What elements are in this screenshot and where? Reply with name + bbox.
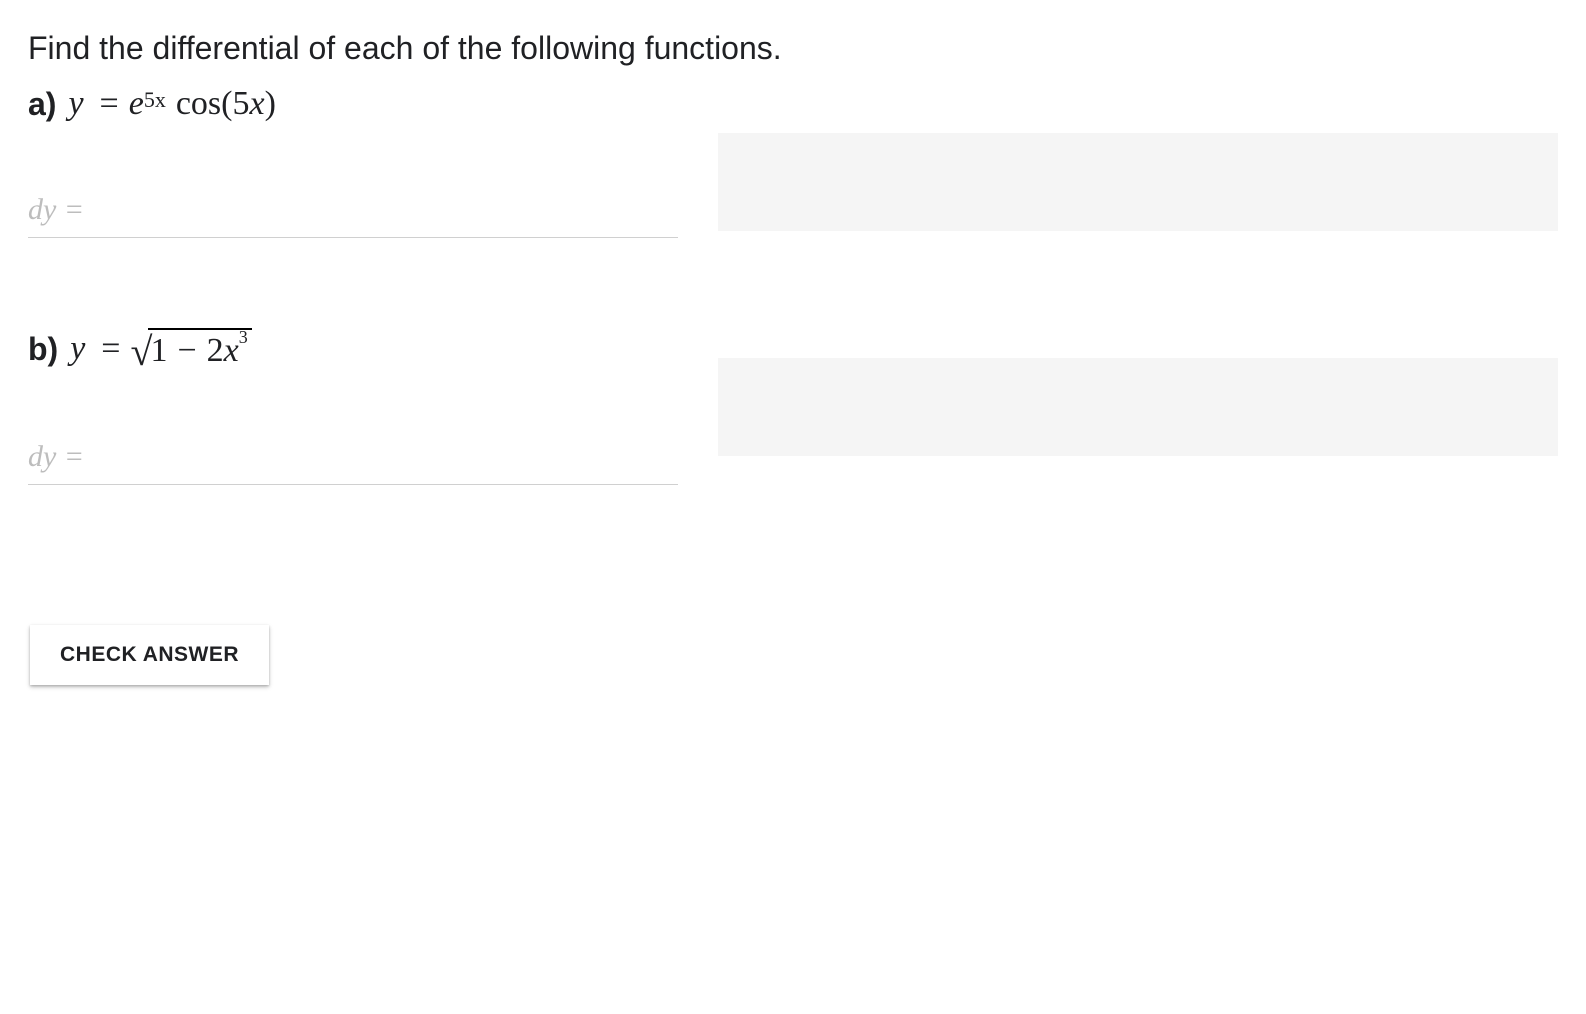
feedback-box-b (718, 358, 1558, 456)
page-title: Find the differential of each of the fol… (28, 30, 1558, 67)
equation-b: b) y = √ 1 − 2x 3 (28, 328, 688, 370)
question-b-right (718, 328, 1558, 456)
close-paren: ) (265, 85, 276, 123)
question-b-left: b) y = √ 1 − 2x 3 (28, 328, 718, 575)
cos-arg-x: x (249, 85, 264, 123)
check-answer-button[interactable]: CHECK ANSWER (30, 625, 269, 685)
base-e: e (129, 85, 144, 123)
sqrt-x: x (224, 332, 239, 370)
sqrt-expression: √ 1 − 2x 3 (130, 328, 251, 370)
question-a-left: a) y = e 5x cos ( 5x ) (28, 85, 718, 328)
part-b-label: b) (28, 331, 58, 368)
question-a-row: a) y = e 5x cos ( 5x ) (28, 85, 1558, 328)
feedback-box-a (718, 133, 1558, 231)
question-b-row: b) y = √ 1 − 2x 3 (28, 328, 1558, 575)
cos-arg-5: 5 (232, 85, 249, 123)
sqrt-content: 1 − 2x 3 (148, 328, 251, 370)
equation-b-math: y = √ 1 − 2x 3 (64, 328, 252, 370)
sqrt-exp-3: 3 (239, 327, 248, 348)
sqrt-minus: − (177, 332, 196, 370)
question-a-right (718, 85, 1558, 231)
answer-input-b[interactable] (28, 430, 678, 485)
var-y: y (68, 85, 83, 123)
sqrt-one: 1 (150, 332, 167, 370)
answer-input-a[interactable] (28, 183, 678, 238)
sqrt-symbol-icon: √ (130, 332, 152, 372)
open-paren: ( (221, 85, 232, 123)
exponent-5x: 5x (144, 87, 166, 113)
sqrt-two: 2 (207, 332, 224, 370)
equals-sign: = (100, 85, 119, 123)
var-y-b: y (70, 330, 85, 368)
cos-function: cos (176, 85, 221, 123)
part-a-label: a) (28, 86, 56, 123)
equation-a: a) y = e 5x cos ( 5x ) (28, 85, 688, 123)
equation-a-math: y = e 5x cos ( 5x ) (62, 85, 275, 123)
equals-sign-b: = (101, 330, 120, 368)
